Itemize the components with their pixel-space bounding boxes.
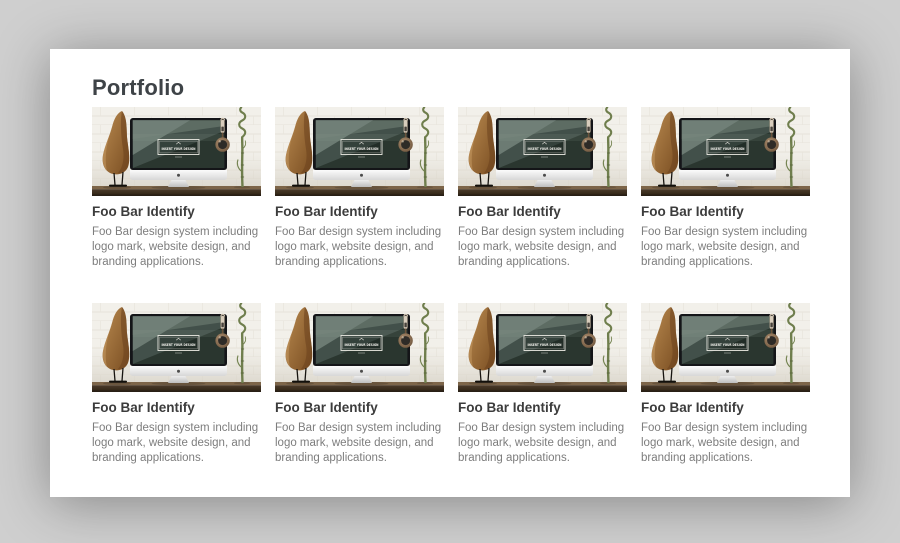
portfolio-thumbnail[interactable] — [92, 303, 261, 392]
portfolio-item-description: Foo Bar design system including logo mar… — [92, 225, 261, 270]
portfolio-thumbnail[interactable] — [458, 107, 627, 196]
portfolio-card[interactable]: Foo Bar Identify Foo Bar design system i… — [641, 107, 810, 270]
portfolio-card[interactable]: Foo Bar Identify Foo Bar design system i… — [275, 303, 444, 466]
portfolio-card[interactable]: Foo Bar Identify Foo Bar design system i… — [458, 303, 627, 466]
portfolio-thumbnail[interactable] — [275, 107, 444, 196]
portfolio-card[interactable]: Foo Bar Identify Foo Bar design system i… — [92, 107, 261, 270]
portfolio-item-description: Foo Bar design system including logo mar… — [641, 225, 810, 270]
portfolio-item-title: Foo Bar Identify — [275, 400, 444, 416]
desktop-background: Portfolio Foo Bar Identify Foo Bar desig… — [0, 0, 900, 543]
portfolio-card[interactable]: Foo Bar Identify Foo Bar design system i… — [458, 107, 627, 270]
portfolio-thumbnail[interactable] — [641, 303, 810, 392]
portfolio-thumbnail[interactable] — [458, 303, 627, 392]
page-title: Portfolio — [92, 75, 810, 101]
portfolio-grid: Foo Bar Identify Foo Bar design system i… — [92, 107, 810, 466]
portfolio-item-title: Foo Bar Identify — [641, 204, 810, 220]
portfolio-card[interactable]: Foo Bar Identify Foo Bar design system i… — [92, 303, 261, 466]
portfolio-card[interactable]: Foo Bar Identify Foo Bar design system i… — [275, 107, 444, 270]
portfolio-card[interactable]: Foo Bar Identify Foo Bar design system i… — [641, 303, 810, 466]
portfolio-item-description: Foo Bar design system including logo mar… — [458, 421, 627, 466]
portfolio-page: Portfolio Foo Bar Identify Foo Bar desig… — [50, 49, 850, 497]
portfolio-item-description: Foo Bar design system including logo mar… — [641, 421, 810, 466]
portfolio-thumbnail[interactable] — [275, 303, 444, 392]
portfolio-item-title: Foo Bar Identify — [92, 204, 261, 220]
portfolio-item-title: Foo Bar Identify — [92, 400, 261, 416]
portfolio-thumbnail[interactable] — [92, 107, 261, 196]
portfolio-thumbnail[interactable] — [641, 107, 810, 196]
portfolio-item-description: Foo Bar design system including logo mar… — [92, 421, 261, 466]
portfolio-item-description: Foo Bar design system including logo mar… — [275, 421, 444, 466]
portfolio-item-title: Foo Bar Identify — [458, 400, 627, 416]
portfolio-item-description: Foo Bar design system including logo mar… — [458, 225, 627, 270]
portfolio-item-title: Foo Bar Identify — [458, 204, 627, 220]
portfolio-item-title: Foo Bar Identify — [275, 204, 444, 220]
portfolio-item-title: Foo Bar Identify — [641, 400, 810, 416]
portfolio-item-description: Foo Bar design system including logo mar… — [275, 225, 444, 270]
